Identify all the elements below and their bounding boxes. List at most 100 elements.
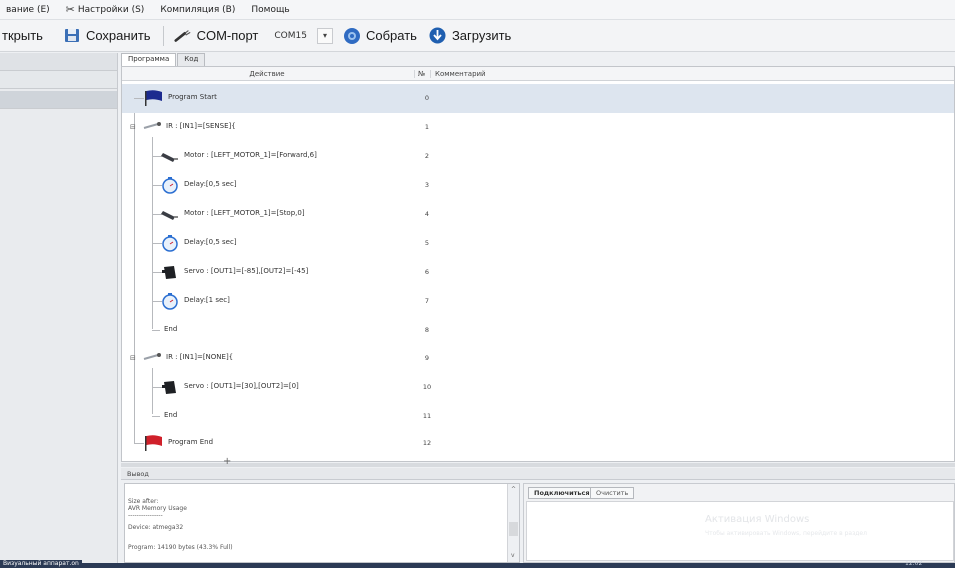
program-row[interactable]: ⊟ IR : [IN1]=[NONE]{ 9 [122, 344, 954, 373]
left-panel-row-selected[interactable] [0, 91, 117, 109]
program-row[interactable]: Program End 12 [122, 429, 954, 458]
move-cursor-icon: + [223, 456, 232, 467]
program-row-label: Delay:[0,5 sec] [184, 238, 237, 246]
column-action[interactable]: Действие [122, 70, 412, 78]
open-button[interactable]: ткрыть [2, 28, 43, 43]
chevron-down-icon[interactable]: ▾ [316, 27, 333, 44]
toolbar: ткрыть Сохранить COM-порт COM15 ▾ Собрат… [0, 20, 955, 52]
program-row[interactable]: ⊟ IR : [IN1]=[SENSE]{ 1 [122, 113, 954, 142]
program-row-label: Servo : [OUT1]=[-85],[OUT2]=[-45] [184, 267, 309, 275]
program-row-label: Delay:[1 sec] [184, 296, 230, 304]
left-panel-row[interactable] [0, 53, 117, 71]
program-row-label: Motor : [LEFT_MOTOR_1]=[Stop,0] [184, 209, 305, 217]
program-row[interactable]: Delay:[0,5 sec] 3 [122, 171, 954, 200]
status-text: Визуальный аппарат.on [0, 560, 82, 568]
program-row-label: IR : [IN1]=[NONE]{ [166, 353, 234, 361]
program-row-label: Program End [168, 438, 214, 446]
activation-watermark-text: Чтобы активировать Windows, перейдите в … [705, 530, 867, 537]
taskbar [0, 563, 955, 568]
program-row-number: 2 [424, 152, 430, 160]
download-arrow-icon [429, 27, 447, 44]
open-button-label: ткрыть [2, 28, 43, 43]
connect-button[interactable]: Подключиться [528, 487, 596, 499]
program-row-number: 7 [424, 297, 430, 305]
stopwatch-icon [160, 176, 180, 194]
upload-button[interactable]: Загрузить [429, 27, 512, 44]
program-row[interactable]: End 11 [122, 402, 954, 431]
program-row[interactable]: End 8 [122, 316, 954, 345]
output-console[interactable]: Size after: AVR Memory Usage -----------… [124, 483, 520, 563]
editor-tabs: Программа Код [121, 53, 206, 66]
stopwatch-icon [160, 292, 180, 310]
menu-edit[interactable]: вание (E) [6, 5, 50, 15]
menu-settings[interactable]: ✂ Настройки (S) [66, 3, 145, 16]
plug-icon [174, 28, 192, 44]
output-line: Device: atmega32 [128, 524, 184, 531]
com-port-button[interactable]: COM-порт [174, 28, 258, 44]
menu-help[interactable]: Помощь [251, 5, 289, 15]
program-row[interactable]: Delay:[1 sec] 7 [122, 287, 954, 316]
flag-red-icon [144, 434, 164, 452]
program-row-number: 1 [424, 123, 430, 131]
motor-icon [160, 147, 180, 165]
tab-code[interactable]: Код [177, 53, 206, 66]
program-row-number: 5 [424, 239, 430, 247]
serial-panel: Подключиться Очистить Активация Windows … [523, 483, 955, 563]
panel-splitter[interactable]: + [121, 456, 955, 467]
serial-monitor-area[interactable]: Активация Windows Чтобы активировать Win… [526, 501, 954, 561]
column-number[interactable]: № [414, 70, 428, 78]
scroll-up-icon[interactable]: ^ [511, 486, 516, 493]
program-row-number: 0 [424, 94, 430, 102]
program-row[interactable]: Program Start 0 [122, 84, 954, 113]
app-window: вание (E) ✂ Настройки (S) Компиляция (B)… [0, 0, 955, 568]
program-row[interactable]: Delay:[0,5 sec] 5 [122, 229, 954, 258]
save-button-label: Сохранить [85, 28, 151, 43]
program-row-number: 12 [422, 439, 432, 447]
program-row[interactable]: Motor : [LEFT_MOTOR_1]=[Stop,0] 4 [122, 200, 954, 229]
output-line: AVR Memory Usage [128, 505, 187, 512]
program-row-number: 10 [422, 383, 432, 391]
output-scrollbar[interactable]: ^ v [507, 484, 519, 562]
program-row-number: 11 [422, 412, 432, 420]
collapse-icon[interactable]: ⊟ [130, 354, 136, 362]
menu-bar: вание (E) ✂ Настройки (S) Компиляция (B)… [0, 0, 955, 20]
upload-button-label: Загрузить [451, 28, 512, 43]
tree-connector [152, 330, 160, 331]
activation-watermark-title: Активация Windows [705, 514, 810, 525]
tab-program[interactable]: Программа [121, 53, 177, 66]
menu-compile[interactable]: Компиляция (B) [160, 5, 235, 15]
program-row[interactable]: Servo : [OUT1]=[-85],[OUT2]=[-45] 6 [122, 258, 954, 287]
scroll-thumb[interactable] [509, 522, 518, 536]
left-panel-row[interactable] [0, 71, 117, 89]
table-header: Действие № Комментарий [122, 67, 954, 81]
com-port-select[interactable]: COM15 ▾ [270, 27, 333, 44]
build-button-label: Собрать [365, 28, 417, 43]
program-row[interactable]: Motor : [LEFT_MOTOR_1]=[Forward,6] 2 [122, 142, 954, 171]
save-icon [63, 28, 81, 44]
program-row-number: 8 [424, 326, 430, 334]
output-line: Program: 14190 bytes (43.3% Full) [128, 544, 233, 551]
tree-connector [134, 443, 144, 444]
build-button[interactable]: Собрать [343, 27, 417, 44]
taskbar-clock[interactable]: 12:02 [905, 560, 922, 567]
menu-settings-label: Настройки (S) [77, 4, 145, 15]
servo-icon [160, 378, 180, 396]
program-row-number: 6 [424, 268, 430, 276]
gear-icon [343, 27, 361, 44]
collapse-icon[interactable]: ⊟ [130, 123, 136, 131]
output-panel-title: Вывод [121, 468, 955, 480]
column-comment[interactable]: Комментарий [430, 70, 486, 78]
program-row[interactable]: Servo : [OUT1]=[30],[OUT2]=[0] 10 [122, 373, 954, 402]
program-row-label: Delay:[0,5 sec] [184, 180, 237, 188]
program-row-label: End [164, 411, 178, 419]
stopwatch-icon [160, 234, 180, 252]
program-table: Действие № Комментарий Program Start 0 ⊟… [121, 66, 955, 462]
clear-button[interactable]: Очистить [590, 487, 635, 499]
motor-icon [160, 205, 180, 223]
ir-sensor-icon [142, 118, 162, 136]
scroll-down-icon[interactable]: v [511, 552, 515, 559]
tools-icon: ✂ [65, 3, 75, 16]
output-line: Size after: [128, 498, 159, 505]
program-row-number: 4 [424, 210, 430, 218]
save-button[interactable]: Сохранить [63, 28, 151, 44]
